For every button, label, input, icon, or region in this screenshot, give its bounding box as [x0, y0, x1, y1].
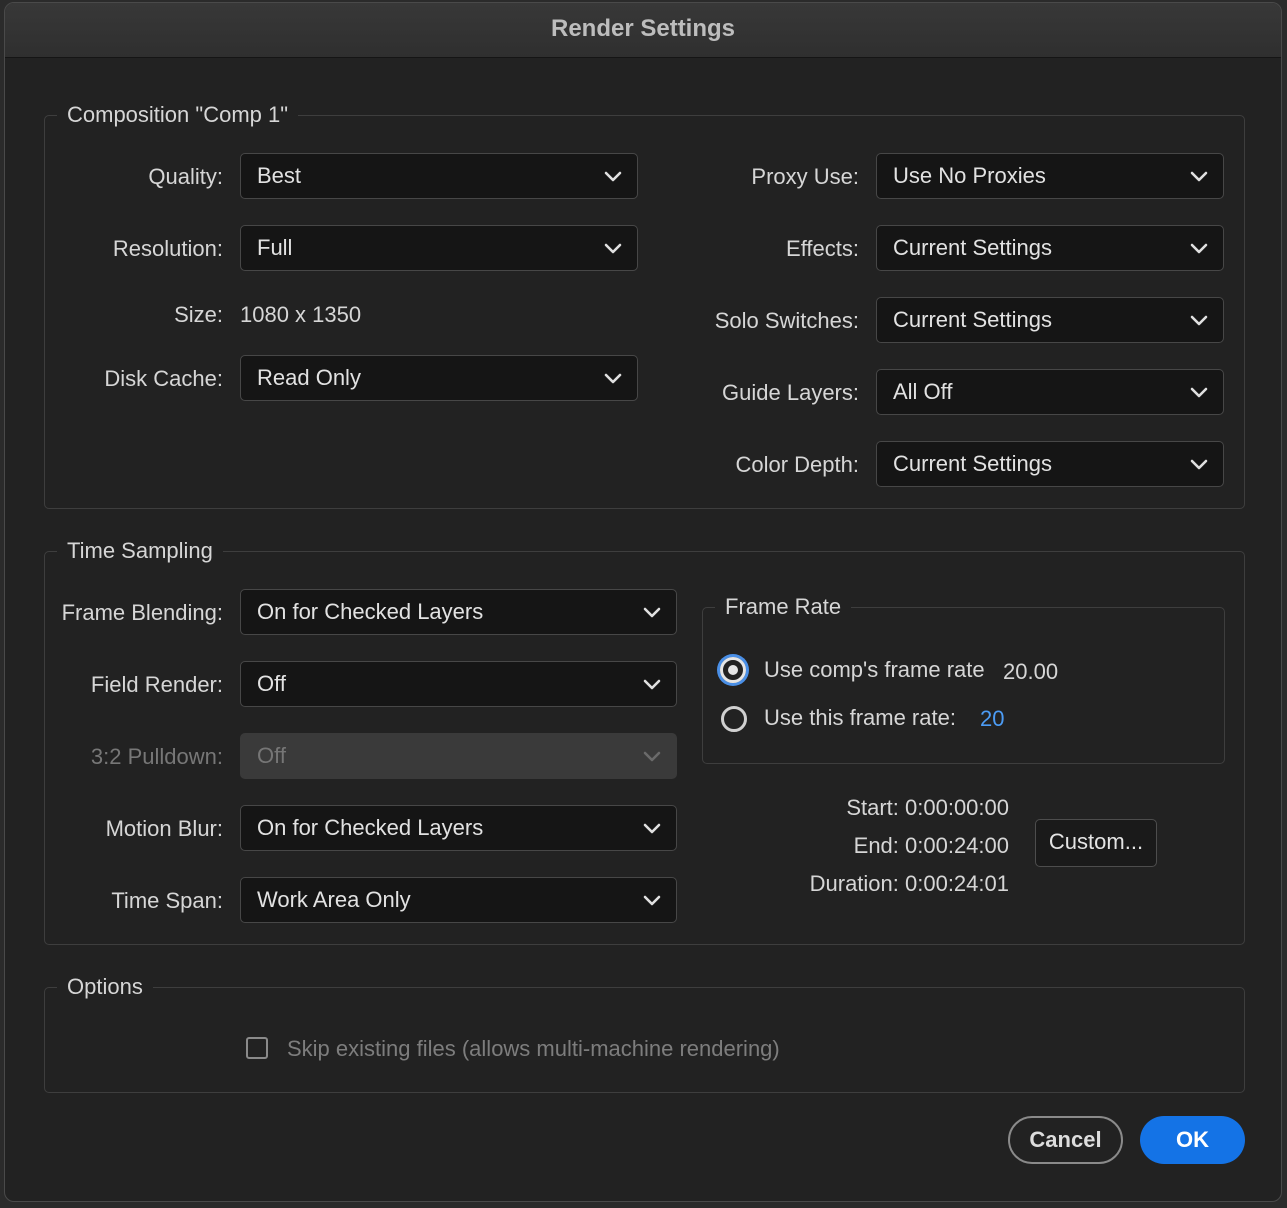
use-this-frame-rate-label[interactable]: Use this frame rate: [764, 703, 956, 733]
ok-button[interactable]: OK [1140, 1116, 1245, 1164]
solo-switches-label: Solo Switches: [714, 308, 859, 333]
field-render-value: Off [257, 671, 286, 696]
use-this-frame-rate-radio[interactable] [721, 706, 747, 732]
motion-blur-dropdown[interactable]: On for Checked Layers [240, 805, 677, 851]
solo-switches-dropdown[interactable]: Current Settings [876, 297, 1224, 343]
time-span-value: Work Area Only [257, 887, 411, 912]
size-label: Size: [174, 302, 223, 327]
pulldown-dropdown: Off [240, 733, 677, 779]
proxy-use-label: Proxy Use: [751, 164, 859, 189]
frame-blending-label: Frame Blending: [61, 600, 223, 625]
chevron-down-icon [604, 171, 622, 182]
proxy-use-value: Use No Proxies [893, 163, 1046, 188]
frame-rate-group: Frame Rate [702, 593, 1225, 764]
skip-existing-label[interactable]: Skip existing files (allows multi-machin… [287, 1034, 780, 1064]
dialog-title: Render Settings [550, 15, 736, 42]
field-render-dropdown[interactable]: Off [240, 661, 677, 707]
color-depth-value: Current Settings [893, 451, 1052, 476]
frame-rate-legend: Frame Rate [715, 593, 852, 621]
comp-frame-rate-value: 20.00 [1003, 659, 1059, 684]
resolution-dropdown[interactable]: Full [240, 225, 638, 271]
use-comp-frame-rate-label[interactable]: Use comp's frame rate [764, 655, 985, 685]
use-comp-frame-rate-radio[interactable] [720, 657, 746, 683]
guide-layers-value: All Off [893, 379, 953, 404]
disk-cache-label: Disk Cache: [104, 366, 223, 391]
title-bar[interactable]: Render Settings [5, 3, 1281, 58]
custom-button[interactable]: Custom... [1035, 819, 1157, 867]
color-depth-label: Color Depth: [735, 452, 859, 477]
chevron-down-icon [643, 895, 661, 906]
end-time: End: 0:00:24:00 [853, 833, 1009, 858]
chevron-down-icon [1190, 459, 1208, 470]
size-value: 1080 x 1350 [240, 302, 362, 327]
start-time: Start: 0:00:00:00 [846, 795, 1009, 820]
chevron-down-icon [1190, 387, 1208, 398]
frame-blending-dropdown[interactable]: On for Checked Layers [240, 589, 677, 635]
chevron-down-icon [643, 607, 661, 618]
quality-value: Best [257, 163, 302, 188]
pulldown-value: Off [257, 743, 286, 768]
disk-cache-value: Read Only [257, 365, 361, 390]
effects-dropdown[interactable]: Current Settings [876, 225, 1224, 271]
motion-blur-value: On for Checked Layers [257, 815, 484, 840]
effects-value: Current Settings [893, 235, 1052, 260]
solo-switches-value: Current Settings [893, 307, 1052, 332]
chevron-down-icon [643, 751, 661, 762]
skip-existing-checkbox[interactable] [246, 1037, 268, 1059]
resolution-value: Full [257, 235, 293, 260]
proxy-use-dropdown[interactable]: Use No Proxies [876, 153, 1224, 199]
guide-layers-label: Guide Layers: [722, 380, 859, 405]
chevron-down-icon [604, 243, 622, 254]
field-render-label: Field Render: [90, 672, 223, 697]
quality-dropdown[interactable]: Best [240, 153, 638, 199]
duration-time: Duration: 0:00:24:01 [809, 871, 1009, 896]
chevron-down-icon [1190, 171, 1208, 182]
chevron-down-icon [643, 679, 661, 690]
effects-label: Effects: [786, 236, 859, 261]
chevron-down-icon [604, 373, 622, 384]
disk-cache-dropdown[interactable]: Read Only [240, 355, 638, 401]
cancel-button[interactable]: Cancel [1008, 1116, 1123, 1164]
frame-rate-input[interactable]: 20 [980, 704, 1004, 734]
time-span-label: Time Span: [111, 888, 223, 913]
frame-blending-value: On for Checked Layers [257, 599, 484, 624]
guide-layers-dropdown[interactable]: All Off [876, 369, 1224, 415]
time-sampling-legend: Time Sampling [57, 537, 223, 565]
time-span-dropdown[interactable]: Work Area Only [240, 877, 677, 923]
color-depth-dropdown[interactable]: Current Settings [876, 441, 1224, 487]
resolution-label: Resolution: [112, 236, 223, 261]
composition-legend: Composition "Comp 1" [57, 101, 299, 129]
pulldown-label: 3:2 Pulldown: [90, 744, 223, 769]
options-legend: Options [57, 973, 153, 1001]
chevron-down-icon [643, 823, 661, 834]
render-settings-dialog: Render Settings Composition "Comp 1" Qua… [4, 2, 1282, 1202]
motion-blur-label: Motion Blur: [105, 816, 223, 841]
chevron-down-icon [1190, 243, 1208, 254]
quality-label: Quality: [148, 164, 223, 189]
chevron-down-icon [1190, 315, 1208, 326]
